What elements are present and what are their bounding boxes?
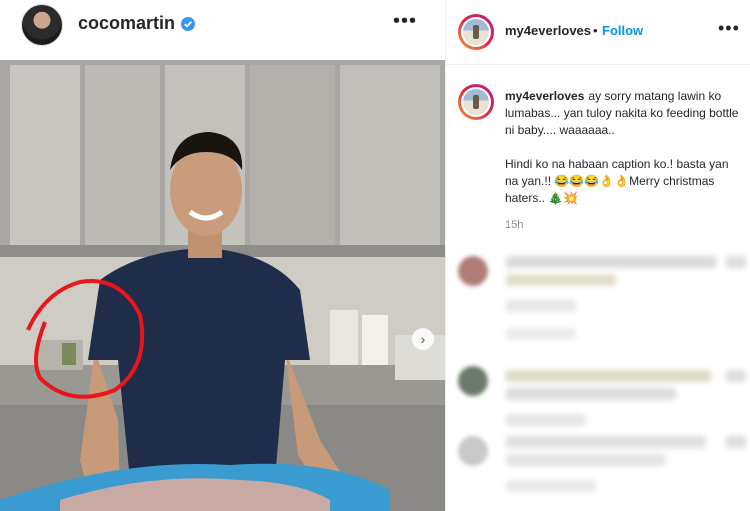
- comment-text-blurred: [506, 370, 711, 382]
- comment-like-blurred: [726, 256, 746, 268]
- panel-avatar[interactable]: [458, 14, 494, 50]
- panel-more-options-icon[interactable]: •••: [718, 18, 740, 39]
- panel-header: my4everloves • Follow •••: [446, 0, 750, 65]
- comment-replies-blurred: [506, 328, 576, 340]
- post-header: cocomartin •••: [0, 0, 445, 60]
- comment-avatar[interactable]: [458, 366, 488, 396]
- comment-meta-blurred: [506, 480, 596, 492]
- comment-text-blurred: [506, 436, 706, 448]
- author-username[interactable]: cocomartin: [78, 13, 196, 34]
- comment-meta-blurred: [506, 414, 586, 426]
- chevron-right-icon: ›: [420, 331, 426, 347]
- post-timestamp[interactable]: 15h: [505, 219, 523, 231]
- caption-username[interactable]: my4everloves: [505, 89, 584, 103]
- panel-username[interactable]: my4everloves: [505, 23, 591, 38]
- comment-like-blurred: [726, 370, 746, 382]
- author-avatar[interactable]: [21, 4, 63, 46]
- carousel-next-button[interactable]: ›: [412, 328, 434, 350]
- comment-avatar[interactable]: [458, 436, 488, 466]
- post-card: cocomartin ••• ›: [0, 0, 445, 511]
- comment-text-blurred: [506, 388, 676, 400]
- follow-button[interactable]: Follow: [602, 23, 643, 38]
- comment-text-blurred: [506, 274, 616, 286]
- separator-dot: •: [593, 23, 598, 38]
- verified-badge-icon: [181, 16, 196, 31]
- post-photo: ›: [0, 60, 445, 511]
- comment-text-blurred: [506, 454, 666, 466]
- comment-like-blurred: [726, 436, 746, 448]
- more-options-icon[interactable]: •••: [393, 10, 417, 33]
- caption-avatar[interactable]: [458, 84, 494, 120]
- kitchen-photo: [0, 60, 445, 511]
- comments-panel: my4everloves • Follow ••• my4everloves ay…: [446, 0, 750, 511]
- comment-meta-blurred: [506, 300, 576, 312]
- caption-line-2: Hindi ko na habaan caption ko.! basta ya…: [505, 157, 729, 205]
- comment-avatar[interactable]: [458, 256, 488, 286]
- author-username-text[interactable]: cocomartin: [78, 13, 175, 34]
- comment-text-blurred: [506, 256, 716, 268]
- post-caption: my4everloves ay sorry matang lawin ko lum…: [505, 88, 741, 207]
